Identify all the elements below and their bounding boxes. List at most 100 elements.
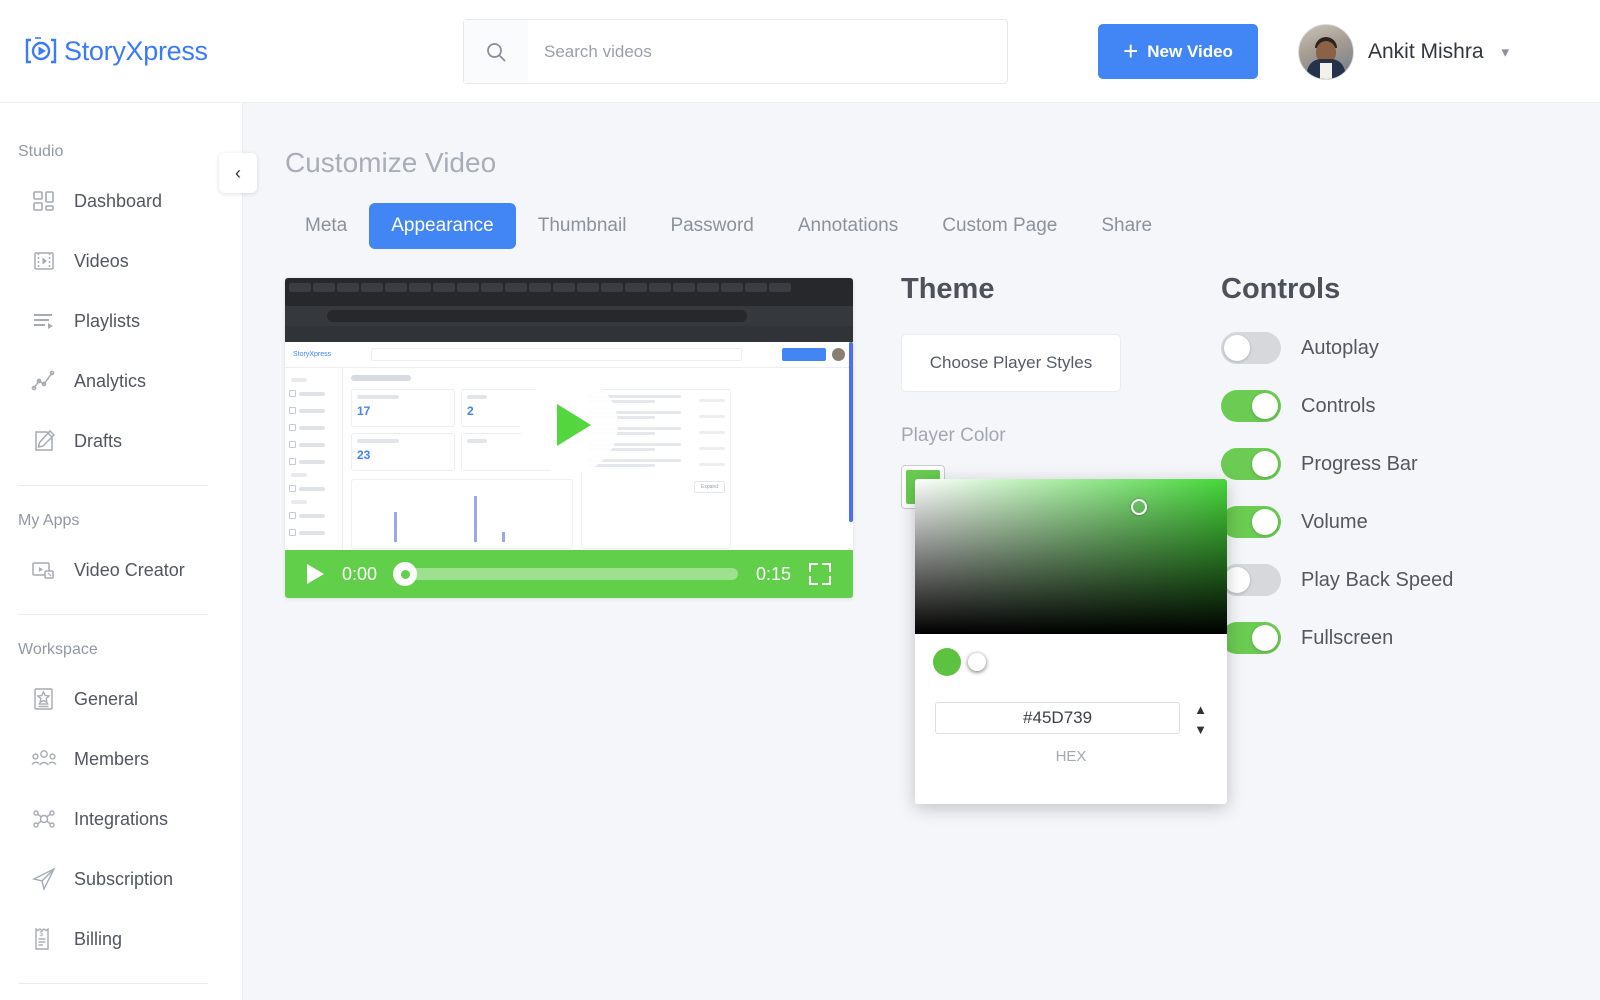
top-navigation-bar: StoryXpress + New Video Ankit Mishra ▾ xyxy=(0,0,1600,103)
tab-password[interactable]: Password xyxy=(648,203,775,249)
svg-text:$: $ xyxy=(40,931,44,938)
screenshot-scrollbar xyxy=(849,342,853,522)
plus-icon: + xyxy=(1123,35,1139,66)
sidebar-item-members[interactable]: Members xyxy=(0,729,242,789)
sidebar-item-billing[interactable]: $ Billing xyxy=(0,909,242,969)
toggle-playback-speed[interactable] xyxy=(1221,564,1281,596)
sidebar-item-subscription[interactable]: Subscription xyxy=(0,849,242,909)
control-row-progress-bar: Progress Bar xyxy=(1221,448,1453,480)
sidebar-item-dashboard[interactable]: Dashboard xyxy=(0,171,242,231)
tab-meta[interactable]: Meta xyxy=(283,203,369,249)
sidebar-item-drafts[interactable]: Drafts xyxy=(0,411,242,471)
fullscreen-icon[interactable] xyxy=(809,563,831,585)
control-row-controls: Controls xyxy=(1221,390,1453,422)
theme-section: Theme Choose Player Styles Player Color xyxy=(901,273,1121,509)
sidebar-item-integrations[interactable]: Integrations xyxy=(0,789,242,849)
sidebar-item-general[interactable]: General xyxy=(0,669,242,729)
control-row-volume: Volume xyxy=(1221,506,1453,538)
sidebar-item-label: Videos xyxy=(74,250,129,271)
tab-appearance[interactable]: Appearance xyxy=(369,203,516,249)
hex-stepper[interactable]: ▲ ▼ xyxy=(1194,702,1207,737)
progress-handle[interactable] xyxy=(393,562,418,586)
play-circle-icon[interactable] xyxy=(520,376,618,475)
screenshot-browser-tabs xyxy=(285,278,853,306)
brand-logo[interactable]: StoryXpress xyxy=(22,32,208,70)
toggle-progress-bar[interactable] xyxy=(1221,448,1281,480)
control-label: Volume xyxy=(1301,510,1368,533)
avatar xyxy=(1298,24,1354,80)
search-input[interactable] xyxy=(528,20,1007,83)
sidebar-section-myapps-label: My Apps xyxy=(18,512,80,529)
chevron-up-icon[interactable]: ▲ xyxy=(1194,702,1207,717)
screenshot-bookmarks-bar xyxy=(285,326,853,342)
star-document-icon xyxy=(30,685,58,713)
saturation-pointer[interactable] xyxy=(1131,499,1147,515)
color-picker-popover[interactable]: ▲ ▼ HEX xyxy=(915,479,1227,804)
video-player-preview[interactable]: StoryXpress 17 2 23 Expand 0:00 0:15 xyxy=(285,278,853,598)
grid-dashboard-icon xyxy=(30,187,58,215)
paper-plane-icon xyxy=(30,865,58,893)
screenshot-expand-button: Expand xyxy=(694,481,725,493)
toggle-controls[interactable] xyxy=(1221,390,1281,422)
alpha-slider-handle[interactable] xyxy=(968,653,986,671)
control-row-playback-speed: Play Back Speed xyxy=(1221,564,1453,596)
main-content: Customize Video Meta Appearance Thumbnai… xyxy=(243,103,1600,1000)
tab-custom-page[interactable]: Custom Page xyxy=(920,203,1079,249)
sidebar-item-video-creator[interactable]: Video Creator xyxy=(0,540,242,600)
sidebar-divider xyxy=(18,983,208,984)
search-bar[interactable] xyxy=(463,19,1008,84)
new-video-button[interactable]: + New Video xyxy=(1098,24,1258,79)
controls-section: Controls Autoplay Controls Progress Bar … xyxy=(1221,273,1453,654)
current-time: 0:00 xyxy=(342,563,378,584)
sidebar-item-label: Members xyxy=(74,748,150,769)
picker-sliders-row xyxy=(915,634,1227,676)
tab-share[interactable]: Share xyxy=(1079,203,1174,249)
sidebar-section-studio-label: Studio xyxy=(18,143,64,160)
user-name: Ankit Mishra xyxy=(1368,40,1484,63)
control-label: Controls xyxy=(1301,394,1376,417)
chevron-down-icon[interactable]: ▾ xyxy=(1502,43,1510,61)
user-menu[interactable]: Ankit Mishra ▾ xyxy=(1298,24,1509,80)
sidebar-item-label: Video Creator xyxy=(74,559,185,580)
sidebar-item-label: Dashboard xyxy=(74,190,163,211)
sidebar-item-analytics[interactable]: Analytics xyxy=(0,351,242,411)
player-control-bar: 0:00 0:15 xyxy=(285,550,853,598)
nodes-icon xyxy=(30,805,58,833)
screenshot-brand: StoryXpress xyxy=(293,351,332,358)
page-title: Customize Video xyxy=(285,147,497,178)
control-row-autoplay: Autoplay xyxy=(1221,332,1453,364)
screenshot-card-value: 17 xyxy=(357,404,371,418)
sidebar-item-label: Playlists xyxy=(74,310,141,331)
sidebar-item-playlists[interactable]: Playlists xyxy=(0,291,242,351)
color-preview-dot xyxy=(933,648,961,676)
receipt-icon: $ xyxy=(30,925,58,953)
video-creator-icon xyxy=(30,556,58,584)
progress-bar[interactable] xyxy=(393,562,738,586)
saturation-value-area[interactable] xyxy=(915,479,1227,634)
sidebar-collapse-button[interactable]: ‹ xyxy=(219,153,257,193)
choose-player-styles-button[interactable]: Choose Player Styles xyxy=(901,334,1121,392)
play-icon[interactable] xyxy=(307,564,324,584)
sidebar-item-label: Integrations xyxy=(74,808,169,829)
toggle-autoplay[interactable] xyxy=(1221,332,1281,364)
control-label: Play Back Speed xyxy=(1301,568,1454,591)
sidebar-item-label: Drafts xyxy=(74,430,123,451)
hex-input[interactable] xyxy=(935,701,1181,734)
new-video-label: New Video xyxy=(1147,41,1233,61)
playlist-icon xyxy=(30,307,58,335)
line-chart-icon xyxy=(30,367,58,395)
chevron-left-icon: ‹ xyxy=(235,162,241,183)
control-row-fullscreen: Fullscreen xyxy=(1221,622,1453,654)
sidebar-item-videos[interactable]: Videos xyxy=(0,231,242,291)
tab-annotations[interactable]: Annotations xyxy=(776,203,920,249)
toggle-volume[interactable] xyxy=(1221,506,1281,538)
control-label: Autoplay xyxy=(1301,336,1379,359)
search-icon xyxy=(464,20,528,83)
toggle-fullscreen[interactable] xyxy=(1221,622,1281,654)
screenshot-address-bar xyxy=(285,306,853,326)
tab-thumbnail[interactable]: Thumbnail xyxy=(516,203,649,249)
bracket-play-icon xyxy=(22,32,60,70)
chevron-down-icon[interactable]: ▼ xyxy=(1194,722,1207,737)
people-icon xyxy=(30,745,58,773)
duration: 0:15 xyxy=(755,563,791,584)
